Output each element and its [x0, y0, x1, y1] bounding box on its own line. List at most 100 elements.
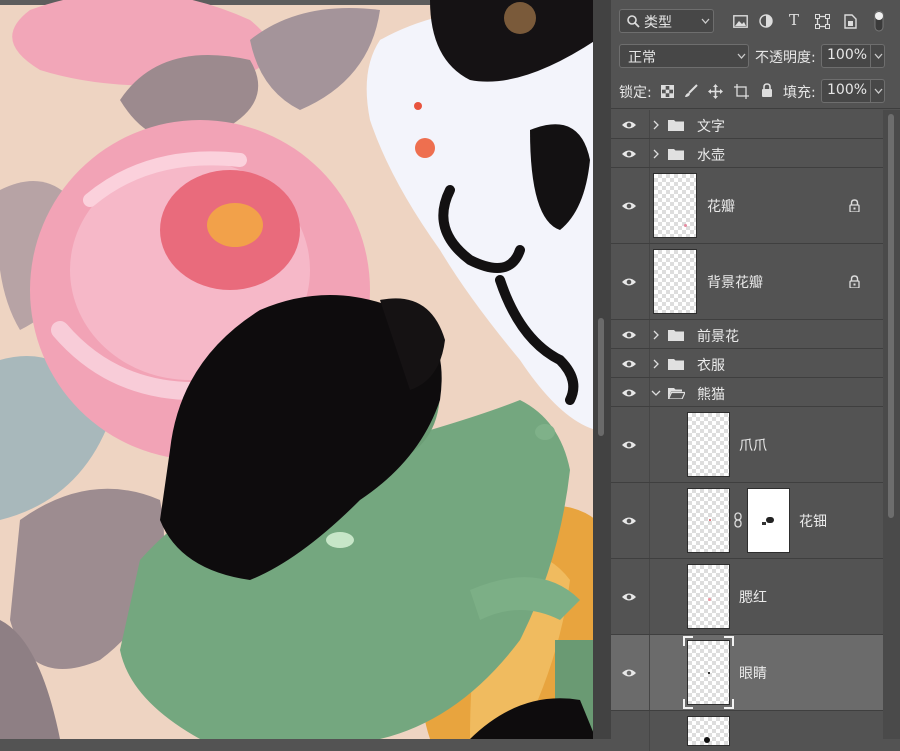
layer-name: 腮红	[739, 590, 767, 606]
row-divider	[649, 407, 650, 482]
lock-position-icon[interactable]	[707, 83, 723, 99]
chevron-right-icon[interactable]	[651, 358, 661, 370]
blend-row: 正常 不透明度: 100%	[611, 42, 900, 72]
layer-name: 衣服	[697, 358, 725, 374]
row-divider	[649, 168, 650, 243]
lock-icon	[849, 275, 861, 289]
row-divider	[649, 483, 650, 558]
row-divider	[649, 559, 650, 634]
type-filter-icon[interactable]: T	[785, 11, 803, 29]
chevron-right-icon[interactable]	[651, 119, 661, 131]
layer-row[interactable]: 爪爪	[611, 407, 883, 483]
eye-icon[interactable]	[621, 438, 643, 452]
chevron-down-icon[interactable]	[651, 387, 661, 399]
filter-kind-dropdown[interactable]: 类型	[619, 9, 714, 33]
chevron-down-icon[interactable]	[870, 45, 885, 67]
lock-artboard-icon[interactable]	[733, 83, 749, 99]
layer-name: 熊猫	[697, 387, 725, 403]
layer-row-selected[interactable]: 眼睛	[611, 635, 883, 711]
chevron-right-icon[interactable]	[651, 329, 661, 341]
eye-icon[interactable]	[621, 514, 643, 528]
lock-all-icon[interactable]	[759, 82, 775, 98]
layer-group-row[interactable]: 水壶	[611, 139, 883, 168]
row-divider	[649, 635, 650, 710]
fill-label: 填充:	[783, 85, 816, 101]
layer-group-row[interactable]: 前景花	[611, 320, 883, 349]
eye-icon[interactable]	[621, 199, 643, 213]
fill-value: 100%	[827, 82, 868, 98]
shape-filter-icon[interactable]	[813, 12, 831, 30]
chevron-down-icon[interactable]	[870, 80, 885, 102]
document-canvas[interactable]	[0, 0, 596, 739]
layer-row[interactable]	[611, 711, 883, 751]
canvas-scrollbar-thumb[interactable]	[598, 318, 604, 436]
opacity-value: 100%	[827, 47, 868, 63]
layer-row[interactable]: 花瓣	[611, 168, 883, 244]
image-filter-icon[interactable]	[731, 12, 749, 30]
layer-group-row[interactable]: 衣服	[611, 349, 883, 378]
blend-mode-value: 正常	[628, 50, 656, 66]
canvas-scrollbar[interactable]	[593, 0, 611, 739]
layer-thumbnail[interactable]	[687, 488, 730, 553]
layer-name: 前景花	[697, 329, 739, 345]
layers-list: 文字 水壶 花瓣 背景花瓣 前景花 衣服 熊猫 爪爪 花钿 腮红 眼睛	[611, 110, 883, 751]
layer-name: 水壶	[697, 148, 725, 164]
lock-pixels-icon[interactable]	[683, 83, 699, 99]
layer-name: 爪爪	[739, 438, 767, 454]
adjustment-filter-icon[interactable]	[757, 12, 775, 30]
layers-panel: 类型 T 正常 不透明度: 100% 锁定: 填充: 100% 文字 水壶 花瓣…	[611, 0, 900, 751]
layers-scrollbar-track[interactable]	[883, 110, 900, 739]
eye-icon[interactable]	[621, 118, 643, 132]
eye-icon[interactable]	[621, 147, 643, 161]
row-divider	[649, 110, 650, 138]
eye-icon[interactable]	[621, 666, 643, 680]
fill-input[interactable]: 100%	[821, 79, 885, 103]
folder-icon	[667, 328, 685, 342]
layer-name: 文字	[697, 119, 725, 135]
eye-icon[interactable]	[621, 357, 643, 371]
opacity-input[interactable]: 100%	[821, 44, 885, 68]
layer-group-row[interactable]: 文字	[611, 110, 883, 139]
smart-object-filter-icon[interactable]	[841, 12, 859, 30]
layer-name: 背景花瓣	[707, 275, 763, 291]
chevron-down-icon	[736, 50, 746, 62]
filter-kind-label: 类型	[644, 15, 672, 31]
row-divider	[649, 320, 650, 348]
blend-mode-dropdown[interactable]: 正常	[619, 44, 749, 68]
folder-icon	[667, 357, 685, 371]
layer-row[interactable]: 花钿	[611, 483, 883, 559]
lock-row: 锁定: 填充: 100%	[611, 76, 900, 109]
selection-brackets	[683, 636, 734, 709]
layer-row[interactable]: 背景花瓣	[611, 244, 883, 320]
folder-open-icon	[667, 386, 685, 400]
row-divider	[649, 349, 650, 377]
link-icon[interactable]	[732, 511, 744, 529]
layer-name: 花钿	[799, 514, 827, 530]
layer-group-row[interactable]: 熊猫	[611, 378, 883, 407]
opacity-label: 不透明度:	[755, 50, 816, 66]
eye-icon[interactable]	[621, 275, 643, 289]
layer-thumbnail[interactable]	[687, 564, 730, 629]
chevron-down-icon	[700, 15, 710, 27]
eye-icon[interactable]	[621, 590, 643, 604]
lock-transparency-icon[interactable]	[659, 83, 675, 99]
layer-thumbnail[interactable]	[687, 412, 730, 477]
layer-mask-thumbnail[interactable]	[747, 488, 790, 553]
layer-row[interactable]: 腮红	[611, 559, 883, 635]
layer-thumbnail[interactable]	[653, 249, 697, 314]
row-divider	[649, 711, 650, 751]
row-divider	[649, 244, 650, 319]
chevron-right-icon[interactable]	[651, 148, 661, 160]
layer-thumbnail[interactable]	[653, 173, 697, 238]
filter-row: 类型 T	[611, 0, 900, 42]
layer-thumbnail[interactable]	[687, 716, 730, 746]
search-icon	[626, 13, 640, 29]
artwork	[0, 0, 596, 739]
lock-icon	[849, 199, 861, 213]
eye-icon[interactable]	[621, 328, 643, 342]
folder-icon	[667, 147, 685, 161]
filter-toggle-switch[interactable]	[873, 10, 885, 32]
layers-scrollbar-thumb[interactable]	[888, 114, 894, 518]
lock-label: 锁定:	[619, 85, 652, 101]
eye-icon[interactable]	[621, 386, 643, 400]
